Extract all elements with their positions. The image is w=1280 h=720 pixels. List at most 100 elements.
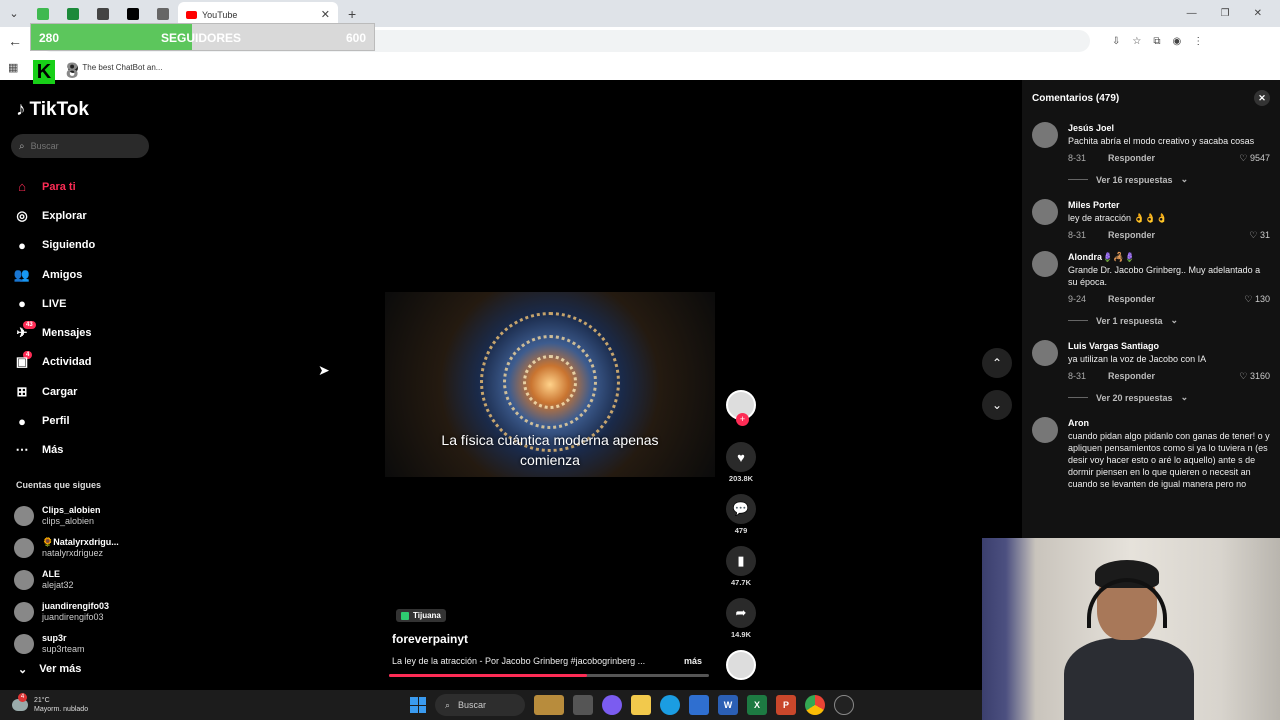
creator-avatar[interactable]: + — [726, 390, 756, 426]
comment-button[interactable]: 💬 — [726, 494, 756, 524]
comment-user[interactable]: Jesús Joel — [1068, 122, 1270, 134]
minimize-icon[interactable]: — — [1187, 8, 1197, 19]
sidebar-item-perfil[interactable]: ● Perfil — [14, 406, 95, 435]
avatar[interactable] — [1032, 122, 1058, 148]
star-icon[interactable]: ☆ — [1132, 36, 1141, 47]
maximize-icon[interactable]: ❐ — [1221, 8, 1230, 19]
sidebar-item-para-ti[interactable]: ⌂ Para ti — [14, 172, 95, 201]
video-player[interactable]: La física cuántica moderna apenas comien… — [385, 292, 715, 477]
comment-user[interactable]: Miles Porter — [1068, 199, 1270, 211]
description-more-link[interactable]: más — [684, 656, 702, 666]
new-tab-button[interactable]: + — [348, 6, 356, 22]
sidebar-item-siguiendo[interactable]: ● Siguiendo — [14, 231, 95, 260]
profile-icon[interactable]: ◉ — [1173, 36, 1182, 47]
edge-icon[interactable] — [660, 695, 680, 715]
comment-like-button[interactable]: ♡ 9547 — [1239, 152, 1270, 164]
sidebar-item-explorar[interactable]: ◎ Explorar — [14, 201, 95, 230]
follow-plus-icon[interactable]: + — [736, 413, 749, 426]
file-explorer-icon[interactable] — [631, 695, 651, 715]
sidebar-item-actividad[interactable]: 4 ▣ Actividad — [14, 348, 95, 377]
following-item[interactable]: sup3r sup3rteam — [14, 628, 119, 660]
previous-video-button[interactable]: ⌃ — [982, 348, 1012, 378]
following-item[interactable]: Clips_alobien clips_alobien — [14, 500, 119, 532]
search-input[interactable] — [30, 141, 131, 151]
comment-like-button[interactable]: ♡ 31 — [1249, 229, 1270, 241]
chrome-icon[interactable] — [805, 695, 825, 715]
reply-button[interactable]: Responder — [1108, 152, 1155, 164]
powerpoint-icon[interactable]: P — [776, 695, 796, 715]
following-text: Clips_alobien clips_alobien — [42, 505, 101, 527]
task-view-icon[interactable] — [573, 695, 593, 715]
sidebar-item-label: Perfil — [42, 415, 70, 428]
sidebar-item-live[interactable]: ● LIVE — [14, 289, 95, 318]
location-tag[interactable]: Tijuana — [396, 609, 446, 622]
comment-like-button[interactable]: ♡ 130 — [1244, 293, 1270, 305]
word-icon[interactable]: W — [718, 695, 738, 715]
sidebar-item-amigos[interactable]: 👥 Amigos — [14, 260, 95, 289]
comment-like-count: 31 — [1259, 230, 1270, 240]
taskbar-apps: ⌕ Buscar W X P — [410, 694, 854, 716]
windows-start-icon[interactable] — [410, 697, 426, 713]
reply-button[interactable]: Responder — [1108, 229, 1155, 241]
excel-icon[interactable]: X — [747, 695, 767, 715]
copilot-icon[interactable] — [602, 695, 622, 715]
reply-button[interactable]: Responder — [1108, 293, 1155, 305]
sidebar-item-label: Amigos — [42, 268, 83, 281]
tab-list-chevron-icon[interactable]: ⌄ — [0, 7, 28, 20]
following-item[interactable]: juandirengifo03 juandirengifo03 — [14, 596, 119, 628]
sidebar-item-cargar[interactable]: ⊞ Cargar — [14, 377, 95, 406]
chevron-up-icon: ⌃ — [991, 356, 1003, 370]
sidebar-item-más[interactable]: ⋯ Más — [14, 436, 95, 465]
followers-goal-bar: 280 SEGUIDORES 600 — [30, 23, 375, 51]
next-video-button[interactable]: ⌄ — [982, 390, 1012, 420]
see-more-button[interactable]: ⌄ Ver más — [18, 663, 81, 676]
comment-user[interactable]: Luis Vargas Santiago — [1068, 340, 1270, 352]
view-replies-button[interactable]: Ver 16 respuestas ⌄ — [1022, 168, 1280, 193]
sidebar-item-mensajes[interactable]: 43 ✈ Mensajes — [14, 318, 95, 347]
feed-navigation: ⌃ ⌄ — [982, 348, 1012, 432]
back-arrow-icon[interactable]: ← — [0, 33, 30, 49]
comment-count: 479 — [734, 526, 748, 535]
obs-icon[interactable] — [834, 695, 854, 715]
video-author[interactable]: foreverpainyt — [392, 632, 468, 646]
sound-disc-avatar[interactable] — [726, 650, 756, 680]
person-body — [1064, 638, 1194, 720]
install-icon[interactable]: ⇩ — [1112, 36, 1120, 47]
share-button[interactable]: ➦ — [726, 598, 756, 628]
following-handle: alejat32 — [42, 580, 74, 590]
avatar[interactable] — [1032, 417, 1058, 443]
tab-close-icon[interactable]: ✕ — [321, 8, 330, 21]
avatar[interactable] — [1032, 199, 1058, 225]
bookmark-chatbot[interactable]: The best ChatBot an... — [68, 62, 162, 73]
window-close-icon[interactable]: ✕ — [1254, 8, 1262, 19]
comment-row: Alondra🪻🦂🪻 Grande Dr. Jacobo Grinberg.. M… — [1022, 245, 1280, 309]
following-item[interactable]: 🌻Natalyrxdrigu... natalyrxdriguez — [14, 532, 119, 564]
location-icon — [401, 611, 409, 620]
tab-title: YouTube — [202, 9, 238, 20]
tiktok-logo[interactable]: ♪ TikTok — [16, 99, 89, 121]
save-button[interactable]: ▮ — [726, 546, 756, 576]
taskbar-app-widget-icon[interactable] — [534, 695, 564, 715]
following-handle: natalyrxdriguez — [42, 548, 104, 558]
comment-like-button[interactable]: ♡ 3160 — [1239, 370, 1270, 382]
close-comments-icon[interactable]: ✕ — [1254, 90, 1270, 106]
apps-grid-icon[interactable]: ▦ — [8, 61, 18, 74]
menu-icon[interactable]: ⋮ — [1193, 36, 1203, 47]
taskbar-search[interactable]: ⌕ Buscar — [435, 694, 525, 716]
comment-user[interactable]: Aron — [1068, 417, 1270, 429]
tiktok-sidebar: ♪ TikTok ⌕ ⌂ Para ti ◎ Explorar ● Siguiendo 👥 A… — [0, 80, 170, 690]
like-button[interactable]: ♥ — [726, 442, 756, 472]
store-icon[interactable] — [689, 695, 709, 715]
weather-widget[interactable]: 4 21°C Mayorm. nublado — [0, 693, 88, 714]
avatar[interactable] — [1032, 340, 1058, 366]
view-replies-button[interactable]: Ver 1 respuesta ⌄ — [1022, 309, 1280, 334]
reply-button[interactable]: Responder — [1108, 370, 1155, 382]
avatar[interactable] — [1032, 251, 1058, 277]
video-progress-bar[interactable] — [389, 674, 709, 677]
sidebar-item-label: Mensajes — [42, 327, 92, 340]
mouse-cursor-icon: ➤ — [318, 362, 330, 378]
comment-user[interactable]: Alondra🪻🦂🪻 — [1068, 251, 1270, 263]
following-item[interactable]: ALE alejat32 — [14, 564, 119, 596]
extension-icon[interactable]: ⧉ — [1153, 36, 1160, 47]
view-replies-button[interactable]: Ver 20 respuestas ⌄ — [1022, 386, 1280, 411]
